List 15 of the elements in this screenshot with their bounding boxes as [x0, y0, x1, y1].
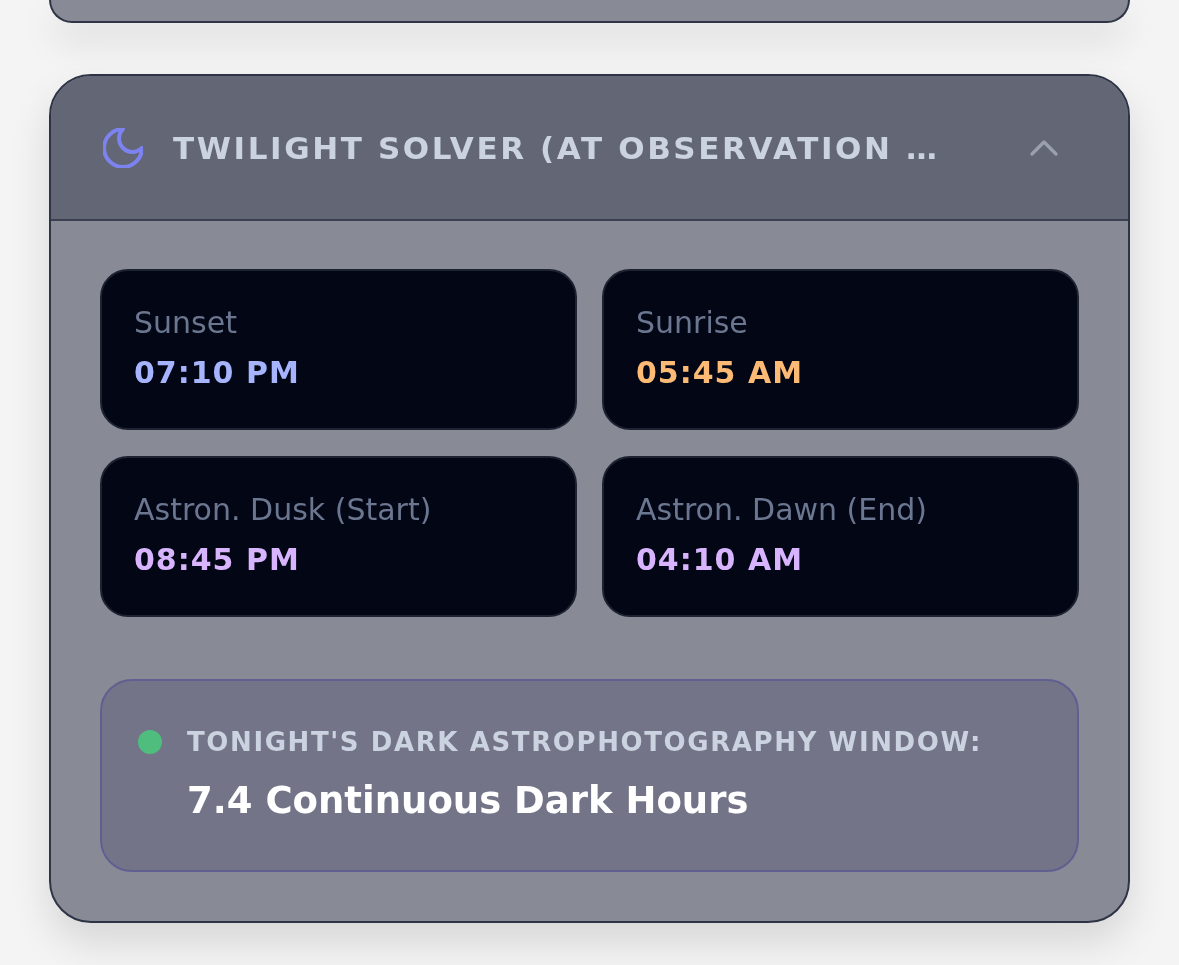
time-value: 07:10 PM	[134, 354, 300, 392]
time-value: 08:45 PM	[134, 541, 300, 579]
time-label: Sunrise	[636, 304, 748, 342]
dark-hours-value: 7.4 Continuous Dark Hours	[187, 778, 749, 824]
status-dot-icon	[138, 730, 162, 754]
moon-icon	[103, 127, 143, 168]
time-label: Sunset	[134, 304, 237, 342]
panel-header[interactable]: TWILIGHT SOLVER (AT OBSERVATION …	[51, 76, 1128, 221]
time-value: 04:10 AM	[636, 541, 803, 579]
panel-title: TWILIGHT SOLVER (AT OBSERVATION …	[173, 129, 941, 166]
time-value: 05:45 AM	[636, 354, 803, 392]
dark-window-label: TONIGHT'S DARK ASTROPHOTOGRAPHY WINDOW:	[187, 726, 982, 759]
chevron-up-icon	[1030, 139, 1058, 156]
time-label: Astron. Dawn (End)	[636, 491, 928, 529]
time-label: Astron. Dusk (Start)	[134, 491, 432, 529]
